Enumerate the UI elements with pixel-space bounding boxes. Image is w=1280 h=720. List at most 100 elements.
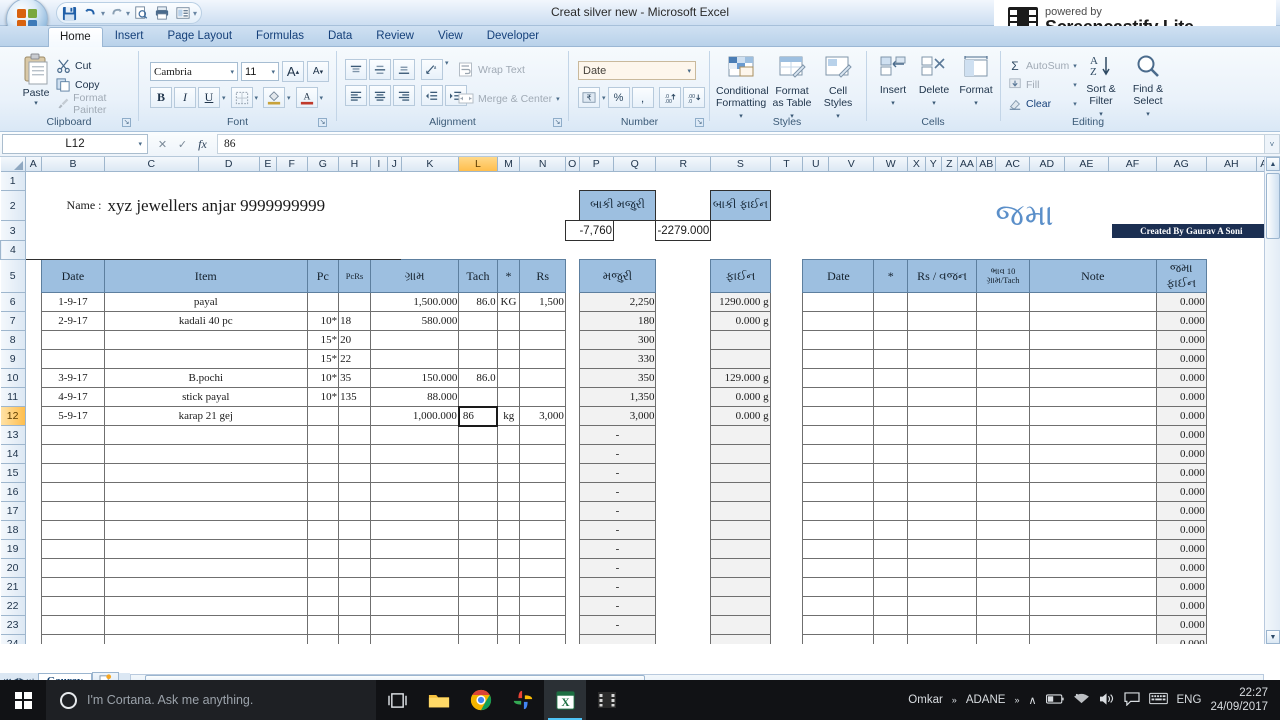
cell-star[interactable] <box>496 615 521 635</box>
tray-item-omkar[interactable]: Omkar <box>908 694 943 706</box>
cell-r-rs[interactable] <box>907 425 978 445</box>
cell-gram[interactable]: 580.000 <box>369 311 460 331</box>
language-indicator[interactable]: ENG <box>1177 694 1202 706</box>
cell-underline-left[interactable] <box>41 240 402 260</box>
cell-pc[interactable]: 10* <box>306 387 340 407</box>
cell-gram[interactable] <box>369 634 460 644</box>
cell-star[interactable] <box>496 330 521 350</box>
tray-overflow-adane[interactable]: » <box>1014 695 1019 705</box>
cell-R6[interactable] <box>656 293 711 312</box>
cell-star[interactable] <box>496 463 521 483</box>
cell-pc[interactable] <box>306 482 340 502</box>
cell-date[interactable]: 3-9-17 <box>40 368 106 388</box>
grow-font-button[interactable]: A ▴ <box>282 61 304 82</box>
cell-star[interactable] <box>496 482 521 502</box>
cell-r-date[interactable] <box>802 482 875 502</box>
cell-A12[interactable] <box>25 407 41 426</box>
cell-spacer-2[interactable] <box>770 191 941 241</box>
column-header-AG[interactable]: AG <box>1156 157 1207 172</box>
row-header-7[interactable]: 7 <box>0 311 26 331</box>
cell-T21[interactable] <box>770 578 803 597</box>
column-header-G[interactable]: G <box>307 157 340 172</box>
sort-filter-button[interactable]: A Z Sort & Filter ▾ <box>1081 53 1121 119</box>
row-header-1[interactable]: 1 <box>0 171 26 191</box>
cell-pcrs[interactable] <box>338 577 371 597</box>
cell-rs[interactable] <box>519 444 566 464</box>
cell-A14[interactable] <box>25 445 41 464</box>
cell-item[interactable] <box>104 463 308 483</box>
cell-r-note[interactable] <box>1028 501 1157 521</box>
cell-r-bhav[interactable] <box>976 311 1030 331</box>
cell-item[interactable]: payal <box>104 292 308 312</box>
cell-item[interactable] <box>104 539 308 559</box>
cell-T11[interactable] <box>770 388 803 407</box>
cell-jama-fine[interactable]: 0.000 <box>1155 444 1207 464</box>
row-header-18[interactable]: 18 <box>0 520 26 540</box>
cut-button[interactable]: Cut <box>56 56 134 75</box>
cell-item[interactable] <box>104 558 308 578</box>
column-header-P[interactable]: P <box>579 157 615 172</box>
cell-AI24[interactable] <box>1206 635 1256 645</box>
cell-A8[interactable] <box>25 331 41 350</box>
cell-styles-button[interactable]: Cell Styles ▾ <box>818 55 858 121</box>
decrease-indent-button[interactable] <box>421 85 443 106</box>
cell-pc[interactable] <box>306 615 340 635</box>
cell-item[interactable] <box>104 425 308 445</box>
cell-O11[interactable] <box>565 388 579 407</box>
column-header-Q[interactable]: Q <box>613 157 657 172</box>
cell-tach[interactable]: 86.0 <box>458 292 498 312</box>
row-header-16[interactable]: 16 <box>0 482 26 502</box>
enter-formula-button[interactable]: ✓ <box>174 136 191 153</box>
cell-tach[interactable] <box>458 520 498 540</box>
cell-star[interactable] <box>496 634 521 644</box>
cell-date[interactable] <box>40 330 106 350</box>
tab-view[interactable]: View <box>426 26 475 46</box>
cell-star[interactable] <box>496 311 521 331</box>
clipboard-dialog-launcher[interactable]: ↘ <box>122 118 131 127</box>
worksheet-grid[interactable]: A B C D E F G H I J K L M N O P Q R S T <box>0 157 1280 644</box>
cell-r-date[interactable] <box>802 520 875 540</box>
align-bottom-button[interactable] <box>393 59 415 80</box>
cell-jama-fine[interactable]: 0.000 <box>1155 311 1207 331</box>
cell-majuri[interactable]: - <box>578 463 657 483</box>
cell-pc[interactable]: 15* <box>306 349 340 369</box>
cell-r-bhav[interactable] <box>976 330 1030 350</box>
cell-fine[interactable] <box>710 330 771 350</box>
cell-gram[interactable] <box>369 615 460 635</box>
column-header-M[interactable]: M <box>497 157 521 172</box>
cell-r-date[interactable] <box>802 406 875 426</box>
column-header-I[interactable]: I <box>370 157 388 172</box>
cell-r-note[interactable] <box>1028 387 1157 407</box>
cell-AI6[interactable] <box>1206 293 1256 312</box>
cell-pcrs[interactable] <box>338 596 371 616</box>
cell-fine[interactable] <box>710 463 771 483</box>
cell-fine[interactable] <box>710 444 771 464</box>
tab-formulas[interactable]: Formulas <box>244 26 316 46</box>
cell-tach[interactable] <box>458 558 498 578</box>
header-rs-vajan[interactable]: Rs / વજન <box>907 259 978 293</box>
header-tach[interactable]: Tach <box>458 259 498 293</box>
cell-R11[interactable] <box>656 388 711 407</box>
cell-item[interactable] <box>104 501 308 521</box>
cell-r-note[interactable] <box>1028 311 1157 331</box>
cell-date[interactable] <box>40 349 106 369</box>
cell-O17[interactable] <box>565 502 579 521</box>
cell-pcrs[interactable] <box>338 539 371 559</box>
cell-jama-fine[interactable]: 0.000 <box>1155 387 1207 407</box>
cell-r-note[interactable] <box>1028 292 1157 312</box>
cell-r-star[interactable] <box>873 558 909 578</box>
cell-r-rs[interactable] <box>907 311 978 331</box>
cell-star[interactable] <box>496 539 521 559</box>
cell-O23[interactable] <box>565 616 579 635</box>
cell-majuri[interactable]: - <box>578 558 657 578</box>
cell-AI9[interactable] <box>1206 350 1256 369</box>
cell-majuri[interactable]: 330 <box>578 349 657 369</box>
cell-r-rs[interactable] <box>907 520 978 540</box>
cell-tach[interactable] <box>458 349 498 369</box>
cell-r-star[interactable] <box>873 387 909 407</box>
cell-fine[interactable] <box>710 349 771 369</box>
header-gram[interactable]: ગ્રામ <box>369 259 460 293</box>
cell-r-bhav[interactable] <box>976 368 1030 388</box>
cell-r-date[interactable] <box>802 501 875 521</box>
cell-A19[interactable] <box>25 540 41 559</box>
